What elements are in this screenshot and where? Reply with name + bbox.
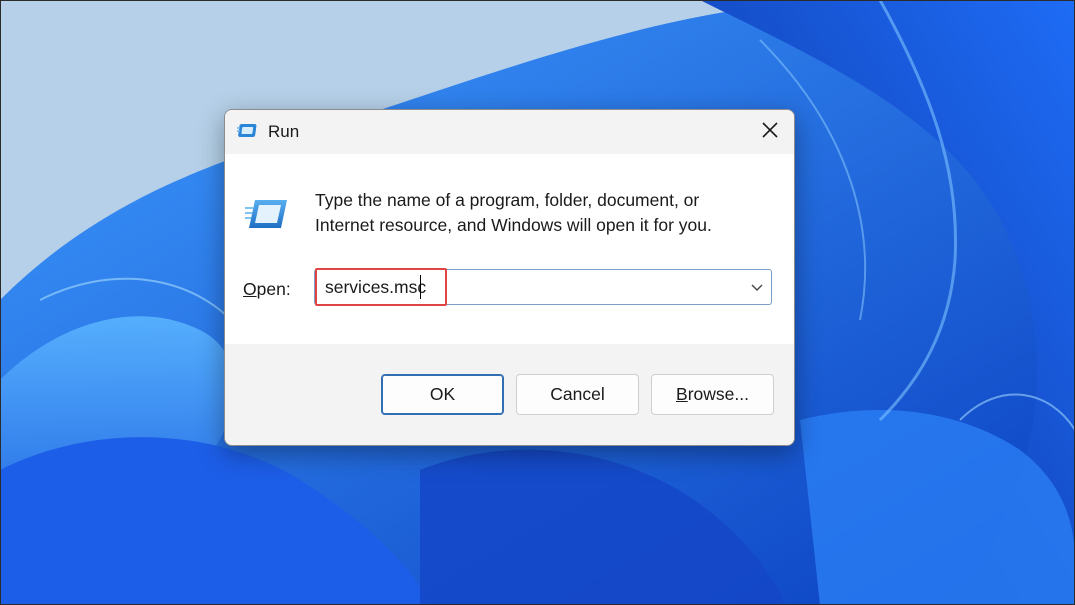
cancel-button[interactable]: Cancel	[516, 374, 639, 415]
window-title: Run	[268, 122, 300, 141]
run-dialog: Run Type the name of a program, folder, …	[224, 109, 795, 446]
close-icon	[762, 121, 778, 143]
open-combobox[interactable]: services.msc	[314, 269, 772, 305]
browse-label-rest: rowse...	[687, 384, 749, 404]
ok-button[interactable]: OK	[381, 374, 504, 415]
run-icon	[237, 122, 259, 140]
open-input[interactable]: services.msc	[325, 277, 426, 298]
browse-button[interactable]: Browse...	[651, 374, 774, 415]
open-label-rest: pen:	[256, 279, 291, 299]
title-bar: Run	[225, 110, 794, 154]
dialog-description: Type the name of a program, folder, docu…	[315, 188, 755, 238]
close-button[interactable]	[746, 110, 794, 154]
dialog-content: Type the name of a program, folder, docu…	[225, 154, 794, 344]
dialog-footer: OK Cancel Browse...	[225, 344, 794, 445]
text-caret	[420, 275, 421, 299]
run-icon	[245, 196, 289, 232]
open-label-accesskey: O	[243, 279, 257, 299]
open-label: Open:	[243, 279, 291, 300]
description-line-2: Internet resource, and Windows will open…	[315, 215, 712, 235]
chevron-down-icon[interactable]	[749, 279, 765, 295]
browse-accesskey: B	[676, 384, 688, 404]
description-line-1: Type the name of a program, folder, docu…	[315, 190, 700, 210]
